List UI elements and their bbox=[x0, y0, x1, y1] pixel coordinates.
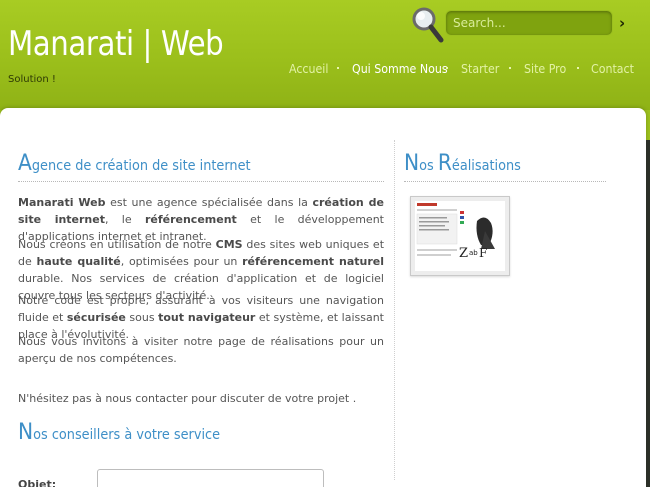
text-span: sous bbox=[125, 311, 159, 324]
realisations-heading-text-2: éalisations bbox=[451, 158, 521, 174]
thumbnail-preview: Z ab F bbox=[415, 201, 505, 271]
nav-separator bbox=[337, 67, 339, 69]
nav-item-qui-somme-nous[interactable]: Qui Somme Nous bbox=[352, 62, 448, 76]
realisations-heading-initial-2: R bbox=[437, 151, 452, 176]
search-input[interactable] bbox=[445, 10, 613, 36]
keyword: tout navigateur bbox=[158, 311, 256, 324]
nav-item-accueil[interactable]: Accueil bbox=[289, 62, 328, 76]
portfolio-thumbnail[interactable]: Z ab F bbox=[410, 196, 510, 276]
text-span: est une agence spécialisée dans la bbox=[105, 196, 313, 209]
site-logo[interactable]: Manarati | Web bbox=[8, 24, 224, 64]
website-preview-image: Z ab F bbox=[415, 201, 505, 271]
nav-separator bbox=[446, 67, 448, 69]
keyword: référencement naturel bbox=[242, 255, 385, 268]
keyword: CMS bbox=[215, 238, 243, 251]
nav-item-contact[interactable]: Contact bbox=[591, 62, 634, 76]
search-submit-button[interactable]: › bbox=[619, 14, 631, 32]
svg-text:ab: ab bbox=[469, 249, 478, 257]
subject-input[interactable] bbox=[97, 469, 324, 487]
main-nav: Accueil Qui Somme Nous Starter Site Pro … bbox=[0, 62, 650, 80]
sidebar-heading-rule bbox=[404, 181, 606, 182]
realisations-heading: Nos Réalisations bbox=[404, 151, 521, 176]
advisors-heading-text: os conseillers à votre service bbox=[33, 427, 221, 443]
subject-label: Objet: bbox=[18, 478, 57, 487]
main-heading-initial: A bbox=[18, 151, 32, 176]
text-span: Nous créons en utilisation de notre bbox=[18, 238, 216, 251]
search-icon[interactable] bbox=[410, 5, 444, 43]
svg-text:Z: Z bbox=[459, 246, 468, 261]
advisors-heading-initial: N bbox=[18, 420, 34, 445]
contact-paragraph: N'hésitez pas à nous contacter pour disc… bbox=[18, 392, 357, 405]
keyword: haute qualité bbox=[36, 255, 121, 268]
page-edge bbox=[646, 140, 650, 487]
nav-item-starter[interactable]: Starter bbox=[461, 62, 499, 76]
main-heading: Agence de création de site internet bbox=[18, 151, 251, 176]
advisors-heading: Nos conseillers à votre service bbox=[18, 420, 220, 445]
svg-text:F: F bbox=[479, 246, 487, 260]
column-divider bbox=[394, 140, 395, 480]
nav-separator bbox=[577, 67, 579, 69]
text-span: , le bbox=[104, 213, 145, 226]
keyword: référencement bbox=[144, 213, 237, 226]
portfolio-paragraph: Nous vous invitons à visiter notre page … bbox=[18, 335, 384, 365]
heading-rule bbox=[18, 181, 384, 182]
realisations-heading-initial: N bbox=[404, 151, 420, 176]
brand-name: Manarati Web bbox=[18, 196, 106, 209]
main-heading-text: gence de création de site internet bbox=[31, 158, 251, 174]
text-span: , optimisées pour un bbox=[120, 255, 243, 268]
realisations-heading-text-1: os bbox=[419, 158, 438, 174]
keyword: sécurisée bbox=[66, 311, 126, 324]
header: Manarati | Web Solution ! › Accueil Qui … bbox=[0, 0, 650, 110]
nav-separator bbox=[509, 67, 511, 69]
nav-item-site-pro[interactable]: Site Pro bbox=[524, 62, 566, 76]
